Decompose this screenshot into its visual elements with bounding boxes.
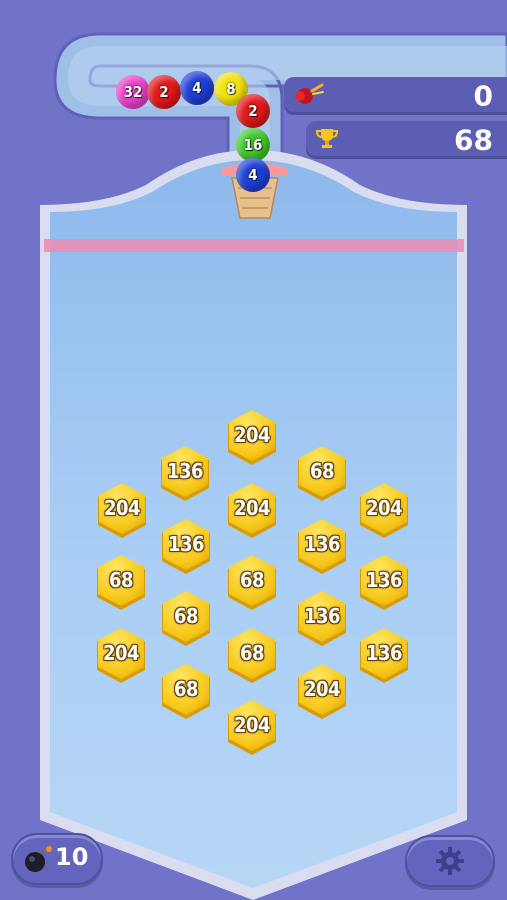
queue-ball: 2 bbox=[147, 75, 181, 109]
hex-block: 136 bbox=[295, 590, 349, 648]
hex-block: 68 bbox=[295, 445, 349, 503]
hex-block: 68 bbox=[159, 663, 213, 721]
hex-block: 204 bbox=[295, 663, 349, 721]
queue-ball: 2 bbox=[236, 94, 270, 128]
queue-ball: 4 bbox=[180, 71, 214, 105]
hex-block: 136 bbox=[295, 518, 349, 576]
hex-value: 68 bbox=[173, 677, 199, 701]
settings-button[interactable] bbox=[405, 835, 495, 887]
hex-value: 136 bbox=[365, 568, 403, 592]
shots-panel: 0 bbox=[284, 77, 507, 115]
hex-block: 68 bbox=[94, 554, 148, 612]
gear-icon bbox=[434, 845, 466, 881]
current-ball[interactable]: 4 bbox=[236, 158, 270, 192]
hex-value: 136 bbox=[365, 641, 403, 665]
hex-block: 68 bbox=[159, 590, 213, 648]
hex-value: 204 bbox=[233, 496, 271, 520]
hex-value: 68 bbox=[309, 459, 335, 483]
hex-block: 136 bbox=[159, 518, 213, 576]
bomb-count: 10 bbox=[55, 843, 89, 871]
hex-value: 68 bbox=[239, 568, 265, 592]
hex-block: 204 bbox=[225, 409, 279, 467]
hex-value: 136 bbox=[167, 532, 205, 556]
queue-ball: 16 bbox=[236, 128, 270, 162]
hex-block: 204 bbox=[94, 627, 148, 685]
hex-value: 204 bbox=[233, 423, 271, 447]
hex-block: 136 bbox=[357, 554, 411, 612]
hex-value: 204 bbox=[102, 641, 140, 665]
hex-block: 204 bbox=[95, 482, 149, 540]
queue-ball: 32 bbox=[116, 75, 150, 109]
hex-block: 68 bbox=[225, 627, 279, 685]
cannon-icon bbox=[292, 81, 326, 111]
hex-block: 204 bbox=[225, 482, 279, 540]
trophy-icon bbox=[314, 125, 340, 155]
bomb-button[interactable]: 10 bbox=[11, 833, 103, 885]
hex-block: 68 bbox=[225, 554, 279, 612]
hex-value: 68 bbox=[108, 568, 134, 592]
hex-value: 68 bbox=[173, 604, 199, 628]
shots-value: 0 bbox=[473, 79, 493, 113]
hex-value: 204 bbox=[233, 713, 271, 737]
best-score-panel: 68 bbox=[306, 121, 507, 159]
hex-block: 204 bbox=[225, 699, 279, 757]
hex-value: 204 bbox=[103, 496, 141, 520]
best-score-value: 68 bbox=[454, 123, 493, 157]
hex-block: 204 bbox=[357, 482, 411, 540]
bomb-icon bbox=[21, 843, 53, 879]
hex-value: 136 bbox=[166, 459, 204, 483]
hex-block: 136 bbox=[158, 445, 212, 503]
hex-value: 136 bbox=[303, 532, 341, 556]
hex-value: 204 bbox=[303, 677, 341, 701]
hex-value: 204 bbox=[365, 496, 403, 520]
hex-block: 136 bbox=[357, 627, 411, 685]
deadline-line bbox=[44, 239, 464, 252]
hex-value: 136 bbox=[303, 604, 341, 628]
hex-value: 68 bbox=[239, 641, 265, 665]
